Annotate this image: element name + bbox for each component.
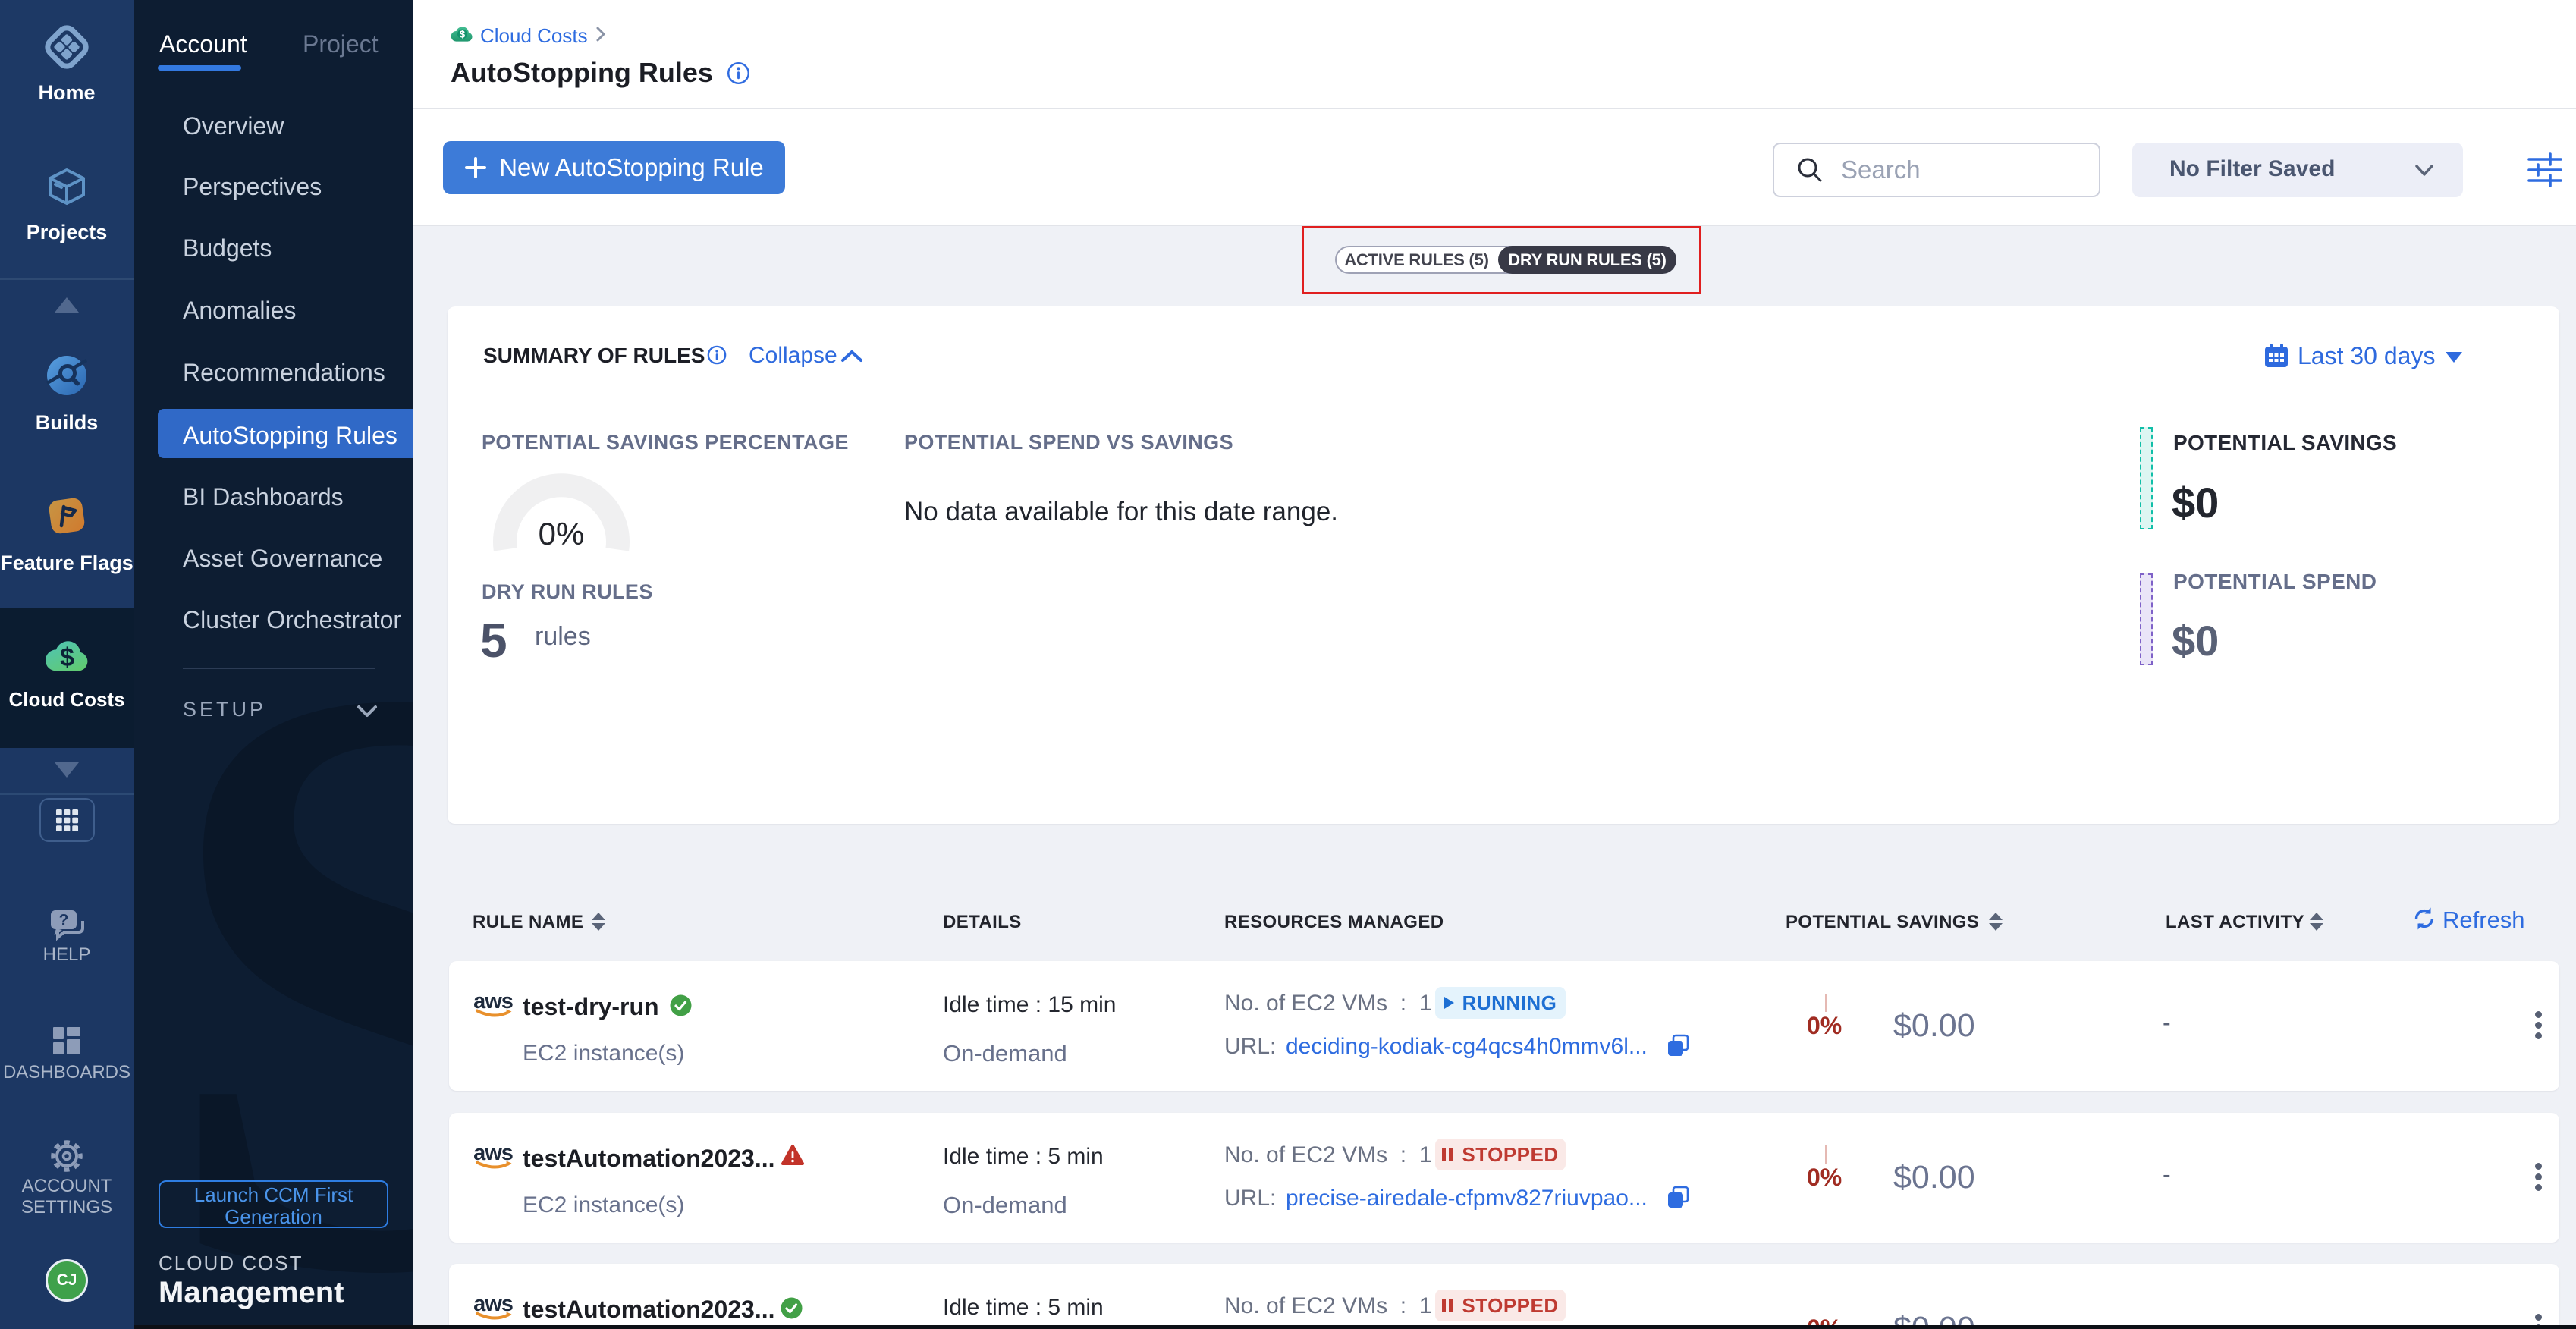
svg-text:?: ? — [59, 912, 69, 929]
svg-text:$: $ — [60, 643, 74, 671]
svg-text:$: $ — [460, 29, 465, 40]
